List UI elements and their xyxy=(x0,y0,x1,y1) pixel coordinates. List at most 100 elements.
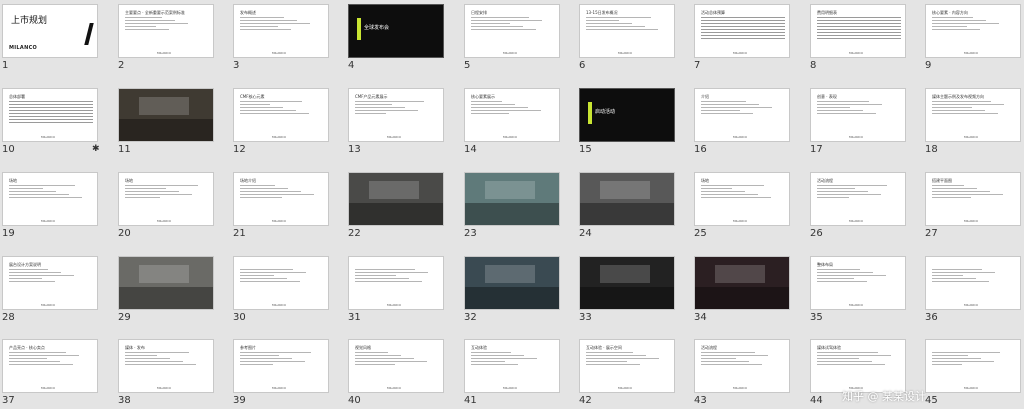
text-line xyxy=(701,101,746,102)
slide-cell[interactable]: 创意 · 表现 MILANCO 17 xyxy=(810,88,907,158)
slide-thumbnail[interactable]: 场地 MILANCO xyxy=(694,172,790,226)
slide-cell[interactable]: 场地 MILANCO 25 xyxy=(694,172,791,242)
slide-thumbnail[interactable]: 场地 MILANCO xyxy=(2,172,98,226)
slide-cell[interactable]: 展台设计方案说明 MILANCO 28 xyxy=(2,256,99,326)
slide-thumbnail[interactable]: CMF产品元素展示 MILANCO xyxy=(348,88,444,142)
slide-cell[interactable]: 22 xyxy=(348,172,445,242)
slide-cell[interactable]: 核心要素展示 MILANCO 14 xyxy=(464,88,561,158)
slide-cell[interactable]: 13-15日发布概况 MILANCO 6 xyxy=(579,4,676,74)
slide-cell[interactable]: 产品亮点 · 核心卖点 MILANCO 37 xyxy=(2,339,99,409)
slide-thumbnail[interactable]: 启动活动 xyxy=(579,88,675,142)
slide-thumbnail[interactable]: MILANCO xyxy=(348,256,444,310)
slide-cell[interactable]: 场地 MILANCO 19 xyxy=(2,172,99,242)
text-line xyxy=(817,191,868,192)
slide-cell[interactable]: 32 xyxy=(464,256,561,326)
slide-thumbnail[interactable]: 视觉风格 MILANCO xyxy=(348,339,444,393)
photo-image xyxy=(349,203,443,225)
slide-title: 活动流程 xyxy=(817,178,833,183)
slide-thumbnail[interactable]: 媒体试驾体验 MILANCO xyxy=(810,339,906,393)
slide-cell[interactable]: 23 xyxy=(464,172,561,242)
slide-cell[interactable]: MILANCO 36 xyxy=(925,256,1022,326)
slide-cell[interactable]: 搭建平面图 MILANCO 27 xyxy=(925,172,1022,242)
slide-thumbnail[interactable]: 媒体 · 发布 MILANCO xyxy=(118,339,214,393)
slide-thumbnail[interactable]: 参考图片 MILANCO xyxy=(233,339,329,393)
slide-cell[interactable]: MILANCO 31 xyxy=(348,256,445,326)
slide-thumbnail[interactable]: MILANCO xyxy=(925,339,1021,393)
slide-thumbnail[interactable]: MILANCO xyxy=(233,256,329,310)
slide-cell[interactable]: 活动流程 MILANCO 26 xyxy=(810,172,907,242)
slide-thumbnail[interactable] xyxy=(118,256,214,310)
slide-thumbnail[interactable] xyxy=(464,172,560,226)
slide-thumbnail[interactable] xyxy=(464,256,560,310)
slide-cell[interactable]: 场地介绍 MILANCO 21 xyxy=(233,172,330,242)
text-line xyxy=(240,272,306,273)
slide-thumbnail[interactable]: 上市规划 MILANCO xyxy=(2,4,98,58)
slide-thumbnail[interactable]: 互动体验 MILANCO xyxy=(464,339,560,393)
slide-thumbnail[interactable]: 整体布局 MILANCO xyxy=(810,256,906,310)
slide-thumbnail[interactable]: 场地 MILANCO xyxy=(118,172,214,226)
slide-thumbnail[interactable]: 搭建平面图 MILANCO xyxy=(925,172,1021,226)
slide-thumbnail[interactable]: 产品亮点 · 核心卖点 MILANCO xyxy=(2,339,98,393)
slide-cell[interactable]: 场地 MILANCO 20 xyxy=(118,172,215,242)
slide-cell[interactable]: 介绍 MILANCO 16 xyxy=(694,88,791,158)
slide-thumbnail[interactable]: 发布概述 MILANCO xyxy=(233,4,329,58)
slide-cell[interactable]: 启动活动 15 xyxy=(579,88,676,158)
slide-cell[interactable]: MILANCO 30 xyxy=(233,256,330,326)
slide-cell[interactable]: CMF核心元素 MILANCO 12 xyxy=(233,88,330,158)
slide-cell[interactable]: 上市规划 MILANCO 1 xyxy=(2,4,99,74)
slide-cell[interactable]: 互动体验 MILANCO 41 xyxy=(464,339,561,409)
text-line xyxy=(817,104,882,105)
slide-cell[interactable]: 活动总体预算 MILANCO 7 xyxy=(694,4,791,74)
slide-cell[interactable]: 全球发布会 4 xyxy=(348,4,445,74)
slide-thumbnail[interactable] xyxy=(579,256,675,310)
slide-cell[interactable]: 24 xyxy=(579,172,676,242)
slide-cell[interactable]: 整体布局 MILANCO 35 xyxy=(810,256,907,326)
slide-cell[interactable]: 核心要素 · 内容方向 MILANCO 9 xyxy=(925,4,1022,74)
slide-thumbnail[interactable]: 创意 · 表现 MILANCO xyxy=(810,88,906,142)
slide-cell[interactable]: 日程安排 MILANCO 5 xyxy=(464,4,561,74)
slide-cell[interactable]: 参考图片 MILANCO 39 xyxy=(233,339,330,409)
slide-cell[interactable]: 活动流程 MILANCO 43 xyxy=(694,339,791,409)
slide-cell[interactable]: MILANCO 45 xyxy=(925,339,1022,409)
slide-cell[interactable]: 主要要点 · 全新重要示范案例标准 MILANCO 2 xyxy=(118,4,215,74)
slide-thumbnail[interactable]: 展台设计方案说明 MILANCO xyxy=(2,256,98,310)
slide-thumbnail[interactable] xyxy=(694,256,790,310)
slide-cell[interactable]: 视觉风格 MILANCO 40 xyxy=(348,339,445,409)
slide-thumbnail[interactable] xyxy=(579,172,675,226)
slide-thumbnail[interactable]: 活动流程 MILANCO xyxy=(694,339,790,393)
slide-thumbnail[interactable]: 日程安排 MILANCO xyxy=(464,4,560,58)
slide-thumbnail[interactable]: 全球发布会 xyxy=(348,4,444,58)
slide-thumbnail[interactable]: 核心要素展示 MILANCO xyxy=(464,88,560,142)
text-line xyxy=(471,29,536,30)
slide-cell[interactable]: 媒体 · 发布 MILANCO 38 xyxy=(118,339,215,409)
slide-thumbnail[interactable]: 活动总体预算 MILANCO xyxy=(694,4,790,58)
text-line xyxy=(355,101,424,102)
slide-thumbnail[interactable]: 活动流程 MILANCO xyxy=(810,172,906,226)
slide-thumbnail[interactable]: MILANCO xyxy=(925,256,1021,310)
slide-thumbnail[interactable]: 13-15日发布概况 MILANCO xyxy=(579,4,675,58)
slide-cell[interactable]: 34 xyxy=(694,256,791,326)
slide-thumbnail[interactable]: CMF核心元素 MILANCO xyxy=(233,88,329,142)
slide-cell[interactable]: 互动体验 · 展示空间 MILANCO 42 xyxy=(579,339,676,409)
slide-thumbnail[interactable]: 总体部署 MILANCO xyxy=(2,88,98,142)
slide-cell[interactable]: 11 xyxy=(118,88,215,158)
slide-thumbnail[interactable]: 媒体主题示例及发布视频方向 MILANCO xyxy=(925,88,1021,142)
text-line xyxy=(240,278,287,279)
slide-thumbnail[interactable]: 介绍 MILANCO xyxy=(694,88,790,142)
slide-thumbnail[interactable] xyxy=(348,172,444,226)
slide-cell[interactable]: 29 xyxy=(118,256,215,326)
slide-cell[interactable]: 费用明细表 MILANCO 8 xyxy=(810,4,907,74)
slide-thumbnail[interactable]: 主要要点 · 全新重要示范案例标准 MILANCO xyxy=(118,4,214,58)
slide-thumbnail[interactable]: 费用明细表 MILANCO xyxy=(810,4,906,58)
slide-cell[interactable]: 总体部署 MILANCO 10 ✱ xyxy=(2,88,100,158)
slide-thumbnail[interactable]: 核心要素 · 内容方向 MILANCO xyxy=(925,4,1021,58)
slide-thumbnail[interactable]: 场地介绍 MILANCO xyxy=(233,172,329,226)
slide-cell[interactable]: 发布概述 MILANCO 3 xyxy=(233,4,330,74)
slide-cell[interactable]: CMF产品元素展示 MILANCO 13 xyxy=(348,88,445,158)
slide-cell[interactable]: 33 xyxy=(579,256,676,326)
slide-thumbnail[interactable]: 互动体验 · 展示空间 MILANCO xyxy=(579,339,675,393)
slide-thumbnail[interactable] xyxy=(118,88,214,142)
slide-cell[interactable]: 媒体主题示例及发布视频方向 MILANCO 18 xyxy=(925,88,1022,158)
text-line xyxy=(701,191,745,192)
slide-title: 核心要素 · 内容方向 xyxy=(932,10,968,15)
